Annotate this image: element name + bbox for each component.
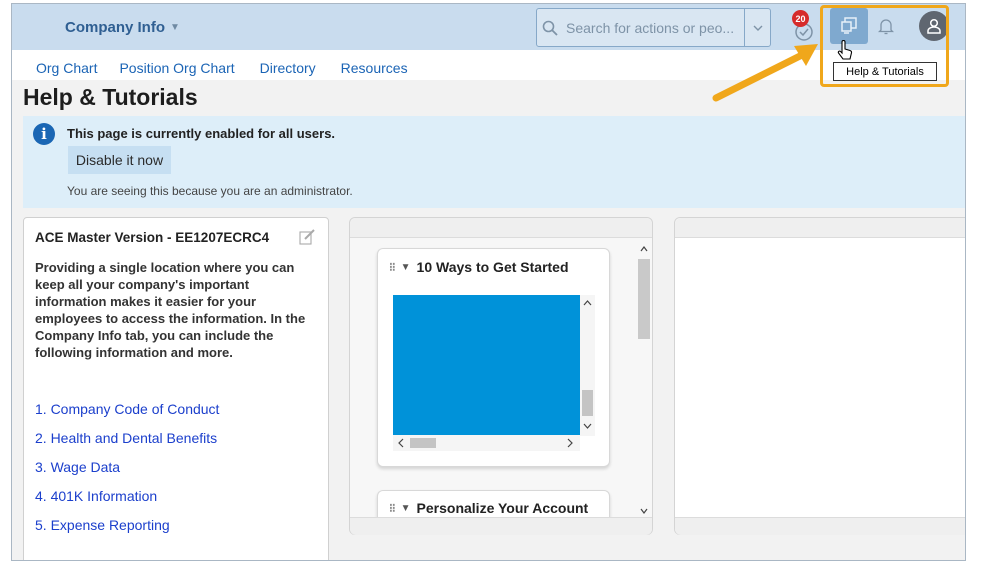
chevron-down-icon: ▼ <box>170 22 180 33</box>
widget-header: ⁝⁝ ▼ 10 Ways to Get Started <box>389 259 569 275</box>
link-company-code-of-conduct[interactable]: 1. Company Code of Conduct <box>35 401 219 430</box>
nav-item-org-chart[interactable]: Org Chart <box>36 50 97 80</box>
page-title: Help & Tutorials <box>23 84 198 110</box>
panel-footer <box>350 517 652 535</box>
app-window: Company Info ▼ Search for actions or peo… <box>11 3 966 561</box>
info-icon: i <box>33 123 55 145</box>
card-description: Providing a single location where you ca… <box>35 260 306 360</box>
chevron-down-icon <box>753 25 762 31</box>
module-label: Company Info <box>65 19 165 36</box>
panel-header <box>675 218 965 238</box>
search-icon <box>542 20 562 36</box>
right-panel <box>674 217 965 535</box>
nav-item-position-org-chart[interactable]: Position Org Chart <box>119 50 234 80</box>
getting-started-widget: ⁝⁝ ▼ 10 Ways to Get Started <box>377 248 610 467</box>
callout-arrow <box>712 44 818 102</box>
info-link-list: 1. Company Code of Conduct 2. Health and… <box>35 401 219 546</box>
collapse-icon[interactable]: ▼ <box>401 262 411 273</box>
collapse-icon[interactable]: ▼ <box>401 503 411 514</box>
video-horizontal-scrollbar[interactable] <box>393 435 580 451</box>
widget-header: ⁝⁝ ▼ Personalize Your Account <box>389 500 588 516</box>
widget-title: Personalize Your Account <box>416 500 589 516</box>
panel-vertical-scrollbar[interactable] <box>637 241 651 517</box>
card-title: ACE Master Version - EE1207ECRC4 <box>35 230 270 245</box>
nav-item-resources[interactable]: Resources <box>341 50 408 80</box>
link-401k-information[interactable]: 4. 401K Information <box>35 488 219 517</box>
company-info-card: ACE Master Version - EE1207ECRC4 Providi… <box>23 217 329 560</box>
module-switcher[interactable]: Company Info ▼ <box>65 19 180 36</box>
info-banner: i This page is currently enabled for all… <box>23 116 965 208</box>
tutorials-panel: ⁝⁝ ▼ 10 Ways to Get Started ⁝⁝ ▼ Persona… <box>349 217 653 535</box>
edit-icon[interactable] <box>298 228 316 246</box>
admin-note: You are seeing this because you are an a… <box>67 184 353 198</box>
widget-title: 10 Ways to Get Started <box>416 259 569 275</box>
link-wage-data[interactable]: 3. Wage Data <box>35 459 219 488</box>
tooltip: Help & Tutorials <box>833 62 937 81</box>
panel-header <box>350 218 652 238</box>
disable-button[interactable]: Disable it now <box>68 146 171 174</box>
hand-cursor-icon <box>837 40 853 60</box>
link-health-dental-benefits[interactable]: 2. Health and Dental Benefits <box>35 430 219 459</box>
drag-handle-icon[interactable]: ⁝⁝ <box>389 260 396 274</box>
banner-message: This page is currently enabled for all u… <box>67 126 336 141</box>
panel-footer <box>675 517 965 535</box>
video-vertical-scrollbar[interactable] <box>580 295 595 436</box>
scrollbar-thumb[interactable] <box>638 259 650 339</box>
link-expense-reporting[interactable]: 5. Expense Reporting <box>35 517 219 546</box>
notification-badge: 20 <box>792 10 809 27</box>
drag-handle-icon[interactable]: ⁝⁝ <box>389 501 396 515</box>
video-player[interactable] <box>393 295 580 436</box>
nav-item-directory[interactable]: Directory <box>260 50 316 80</box>
